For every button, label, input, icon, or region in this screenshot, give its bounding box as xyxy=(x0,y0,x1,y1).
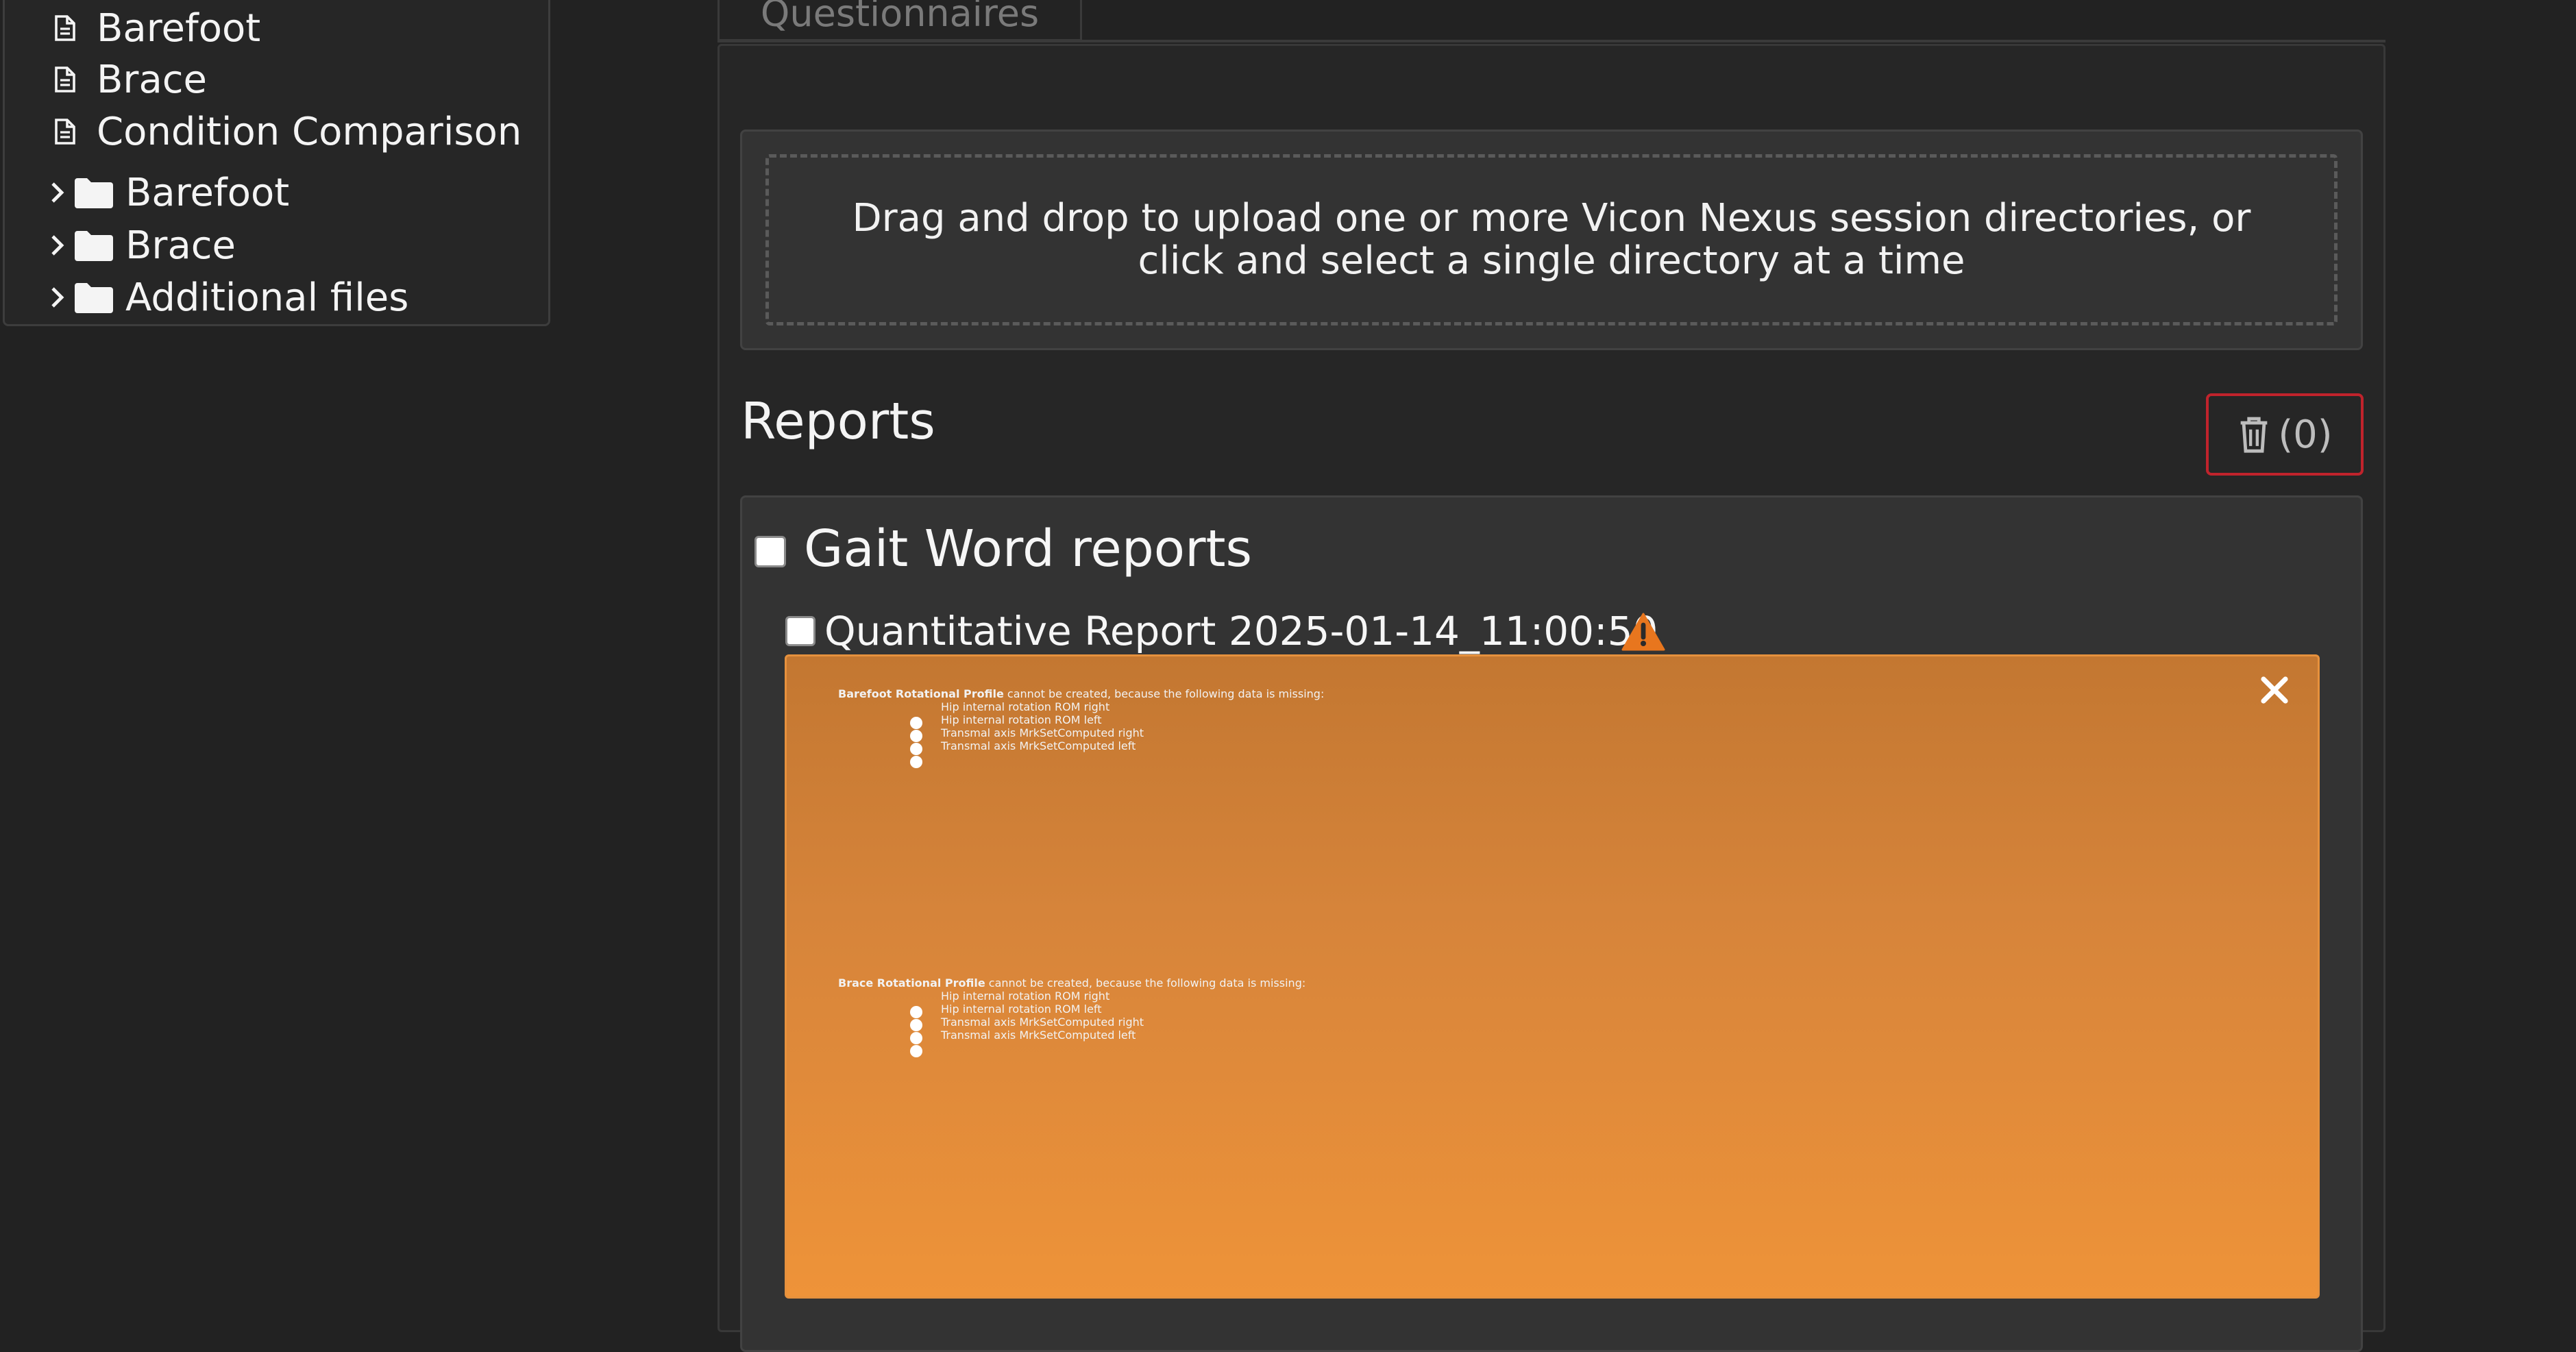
tree-file-label: Barefoot xyxy=(97,5,261,51)
chevron-right-icon[interactable] xyxy=(50,181,65,204)
tree-file-barefoot[interactable]: Barefoot xyxy=(5,4,260,52)
tree-folder-brace[interactable]: Brace xyxy=(5,221,236,269)
missing-data-item: Hip internal rotation ROM left xyxy=(838,1003,2250,1031)
tree-folder-additional-files[interactable]: Additional files xyxy=(5,273,408,321)
missing-data-item: Hip internal rotation ROM left xyxy=(838,713,2250,742)
missing-data-item: Hip internal rotation ROM right xyxy=(838,700,2250,729)
chevron-right-icon[interactable] xyxy=(50,234,65,257)
missing-data-item: Transmal axis MrkSetComputed right xyxy=(838,1016,2250,1044)
document-icon xyxy=(55,15,75,41)
report-group-title: Gait Word reports xyxy=(804,519,1253,578)
document-icon xyxy=(55,66,75,93)
report-select-checkbox[interactable] xyxy=(785,616,815,646)
alert-profile-name: Barefoot Rotational Profile xyxy=(838,687,1004,700)
reports-heading: Reports xyxy=(741,392,935,451)
delete-count: (0) xyxy=(2278,412,2333,457)
alert-block-brace: Brace Rotational Profile cannot be creat… xyxy=(838,976,2250,1057)
missing-data-item: Transmal axis MrkSetComputed right xyxy=(838,726,2250,755)
group-select-checkbox[interactable] xyxy=(755,536,786,567)
warning-triangle-icon[interactable] xyxy=(1621,612,1665,652)
upload-dropzone[interactable]: Drag and drop to upload one or more Vico… xyxy=(765,154,2338,325)
chevron-right-icon[interactable] xyxy=(50,286,65,309)
alert-block-barefoot: Barefoot Rotational Profile cannot be cr… xyxy=(838,687,2250,768)
upload-instructions: Drag and drop to upload one or more Vico… xyxy=(852,196,2251,283)
folder-icon xyxy=(75,283,113,313)
tree-folder-label: Brace xyxy=(125,223,236,268)
alert-profile-name: Brace Rotational Profile xyxy=(838,976,985,990)
missing-data-item: Hip internal rotation ROM right xyxy=(838,990,2250,1018)
tree-file-label: Condition Comparison xyxy=(97,109,522,154)
alert-message: Brace Rotational Profile cannot be creat… xyxy=(838,976,2250,990)
delete-selected-button[interactable]: (0) xyxy=(2206,393,2364,476)
folder-icon xyxy=(75,178,113,208)
tree-file-label: Brace xyxy=(97,57,207,102)
tree-folder-barefoot[interactable]: Barefoot xyxy=(5,169,289,217)
missing-data-list: Hip internal rotation ROM right Hip inte… xyxy=(838,990,2250,1057)
file-tree-panel: Barefoot Brace Condition Comparison Bare… xyxy=(3,0,550,326)
document-icon xyxy=(55,119,75,145)
tab-label: Questionnaires xyxy=(760,0,1040,35)
close-icon[interactable] xyxy=(2259,675,2290,705)
alert-message-text: cannot be created, because the following… xyxy=(1003,687,1325,700)
alert-message: Barefoot Rotational Profile cannot be cr… xyxy=(838,687,2250,700)
tree-folder-label: Additional files xyxy=(125,275,409,320)
upload-card: Drag and drop to upload one or more Vico… xyxy=(740,130,2363,350)
folder-icon xyxy=(75,231,113,261)
tree-folder-label: Barefoot xyxy=(125,170,290,215)
missing-data-item: Transmal axis MrkSetComputed left xyxy=(838,739,2250,768)
missing-data-item: Transmal axis MrkSetComputed left xyxy=(838,1029,2250,1057)
tree-file-brace[interactable]: Brace xyxy=(5,56,207,103)
trash-icon xyxy=(2240,417,2268,453)
report-item-title[interactable]: Quantitative Report 2025-01-14_11:00:50 xyxy=(824,608,1658,654)
tab-questionnaires[interactable]: Questionnaires xyxy=(717,0,1082,41)
tree-file-condition-comparison[interactable]: Condition Comparison xyxy=(5,108,522,156)
alert-message-text: cannot be created, because the following… xyxy=(985,976,1306,990)
missing-data-list: Hip internal rotation ROM right Hip inte… xyxy=(838,700,2250,768)
